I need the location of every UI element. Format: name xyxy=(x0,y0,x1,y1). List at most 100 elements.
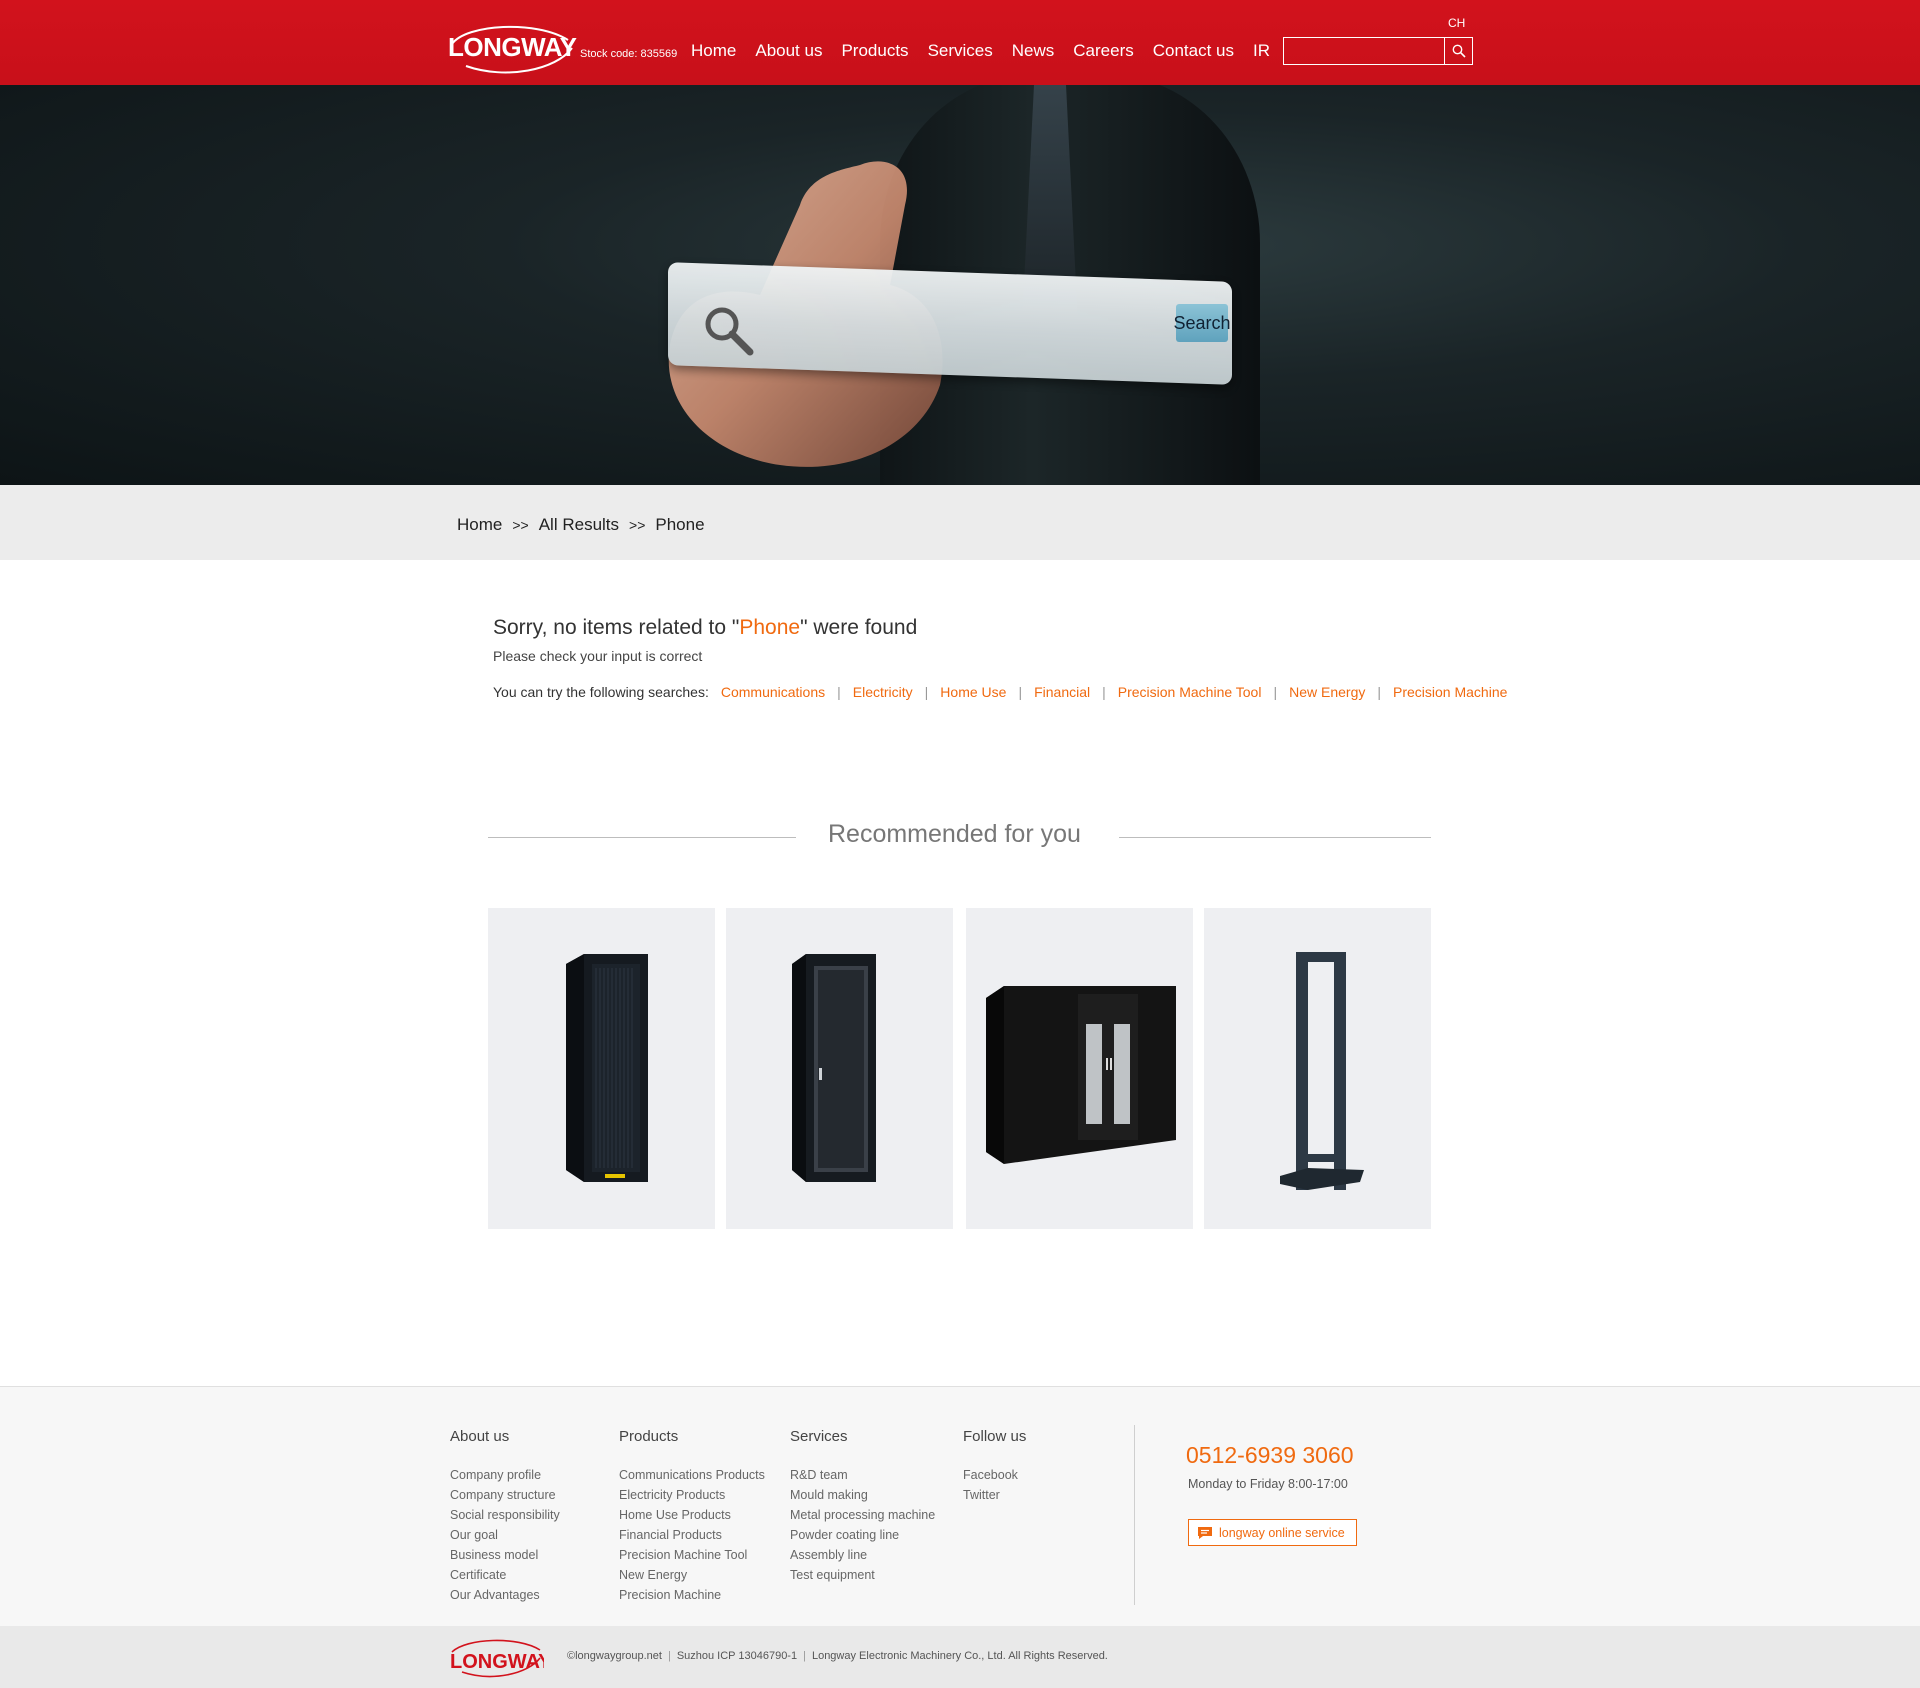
copyright-rights: Longway Electronic Machinery Co., Ltd. A… xyxy=(811,1650,1108,1662)
logo-text: LONGWAY xyxy=(448,32,577,62)
nav-news[interactable]: News xyxy=(1012,41,1055,61)
footer-link[interactable]: Assembly line xyxy=(790,1545,935,1565)
no-results-hint: Please check your input is correct xyxy=(493,648,703,664)
divider: | xyxy=(924,684,929,700)
breadcrumb-separator: >> xyxy=(512,517,529,533)
footer-link[interactable]: New Energy xyxy=(619,1565,765,1585)
recommended-title: Recommended for you xyxy=(828,820,1081,848)
footer-link[interactable]: Test equipment xyxy=(790,1565,935,1585)
chat-icon xyxy=(1198,1526,1212,1539)
product-card[interactable] xyxy=(488,908,715,1229)
breadcrumb: Home >> All Results >> Phone xyxy=(457,515,705,535)
suggestion-home-use[interactable]: Home Use xyxy=(940,684,1006,700)
nav-products[interactable]: Products xyxy=(841,41,908,61)
footer-divider xyxy=(1134,1425,1135,1605)
divider: | xyxy=(837,684,841,700)
product-card[interactable] xyxy=(1204,908,1431,1229)
suggestion-precision-machine[interactable]: Precision Machine xyxy=(1393,684,1507,700)
divider: | xyxy=(1273,684,1278,700)
footer-link[interactable]: Home Use Products xyxy=(619,1505,765,1525)
breadcrumb-home[interactable]: Home xyxy=(457,515,502,535)
nav-careers[interactable]: Careers xyxy=(1073,41,1133,61)
footer-link[interactable]: Our goal xyxy=(450,1525,560,1545)
footer-column-title: About us xyxy=(450,1428,510,1445)
divider: | xyxy=(1102,684,1106,700)
suggestion-financial[interactable]: Financial xyxy=(1034,684,1090,700)
divider: | xyxy=(667,1650,671,1662)
suggested-searches-label: You can try the following searches: xyxy=(493,684,709,700)
suggestion-precision-machine-tool[interactable]: Precision Machine Tool xyxy=(1118,684,1262,700)
divider: | xyxy=(1377,684,1382,700)
divider: | xyxy=(803,1650,806,1662)
header-search xyxy=(1283,37,1473,65)
copyright: ©longwaygroup.net | Suzhou ICP 13046790-1 |… xyxy=(567,1650,1108,1662)
footer-link[interactable]: Our Advantages xyxy=(450,1585,560,1605)
footer-bottom-bar: LONGWAY ©longwaygroup.net | Suzhou ICP 130… xyxy=(0,1626,1920,1688)
section-rule-left xyxy=(488,837,796,838)
breadcrumb-bar: Home >> All Results >> Phone xyxy=(0,485,1920,560)
suggestion-new-energy[interactable]: New Energy xyxy=(1289,684,1365,700)
footer-link-twitter[interactable]: Twitter xyxy=(963,1485,1026,1505)
search-keyword: Phone xyxy=(739,616,801,639)
contact-hours: Monday to Friday 8:00-17:00 xyxy=(1188,1477,1348,1491)
footer-link[interactable]: Social responsibility xyxy=(450,1505,560,1525)
suggested-searches: You can try the following searches: Comm… xyxy=(493,684,1507,700)
open-rack-image xyxy=(1280,952,1364,1190)
language-switch[interactable]: CH xyxy=(1448,16,1465,30)
footer-link[interactable]: Electricity Products xyxy=(619,1485,765,1505)
suggestion-electricity[interactable]: Electricity xyxy=(853,684,913,700)
header-search-button[interactable] xyxy=(1444,38,1472,64)
site-footer xyxy=(0,1386,1920,1626)
footer-logo-mark: LONGWAY xyxy=(450,1639,552,1678)
footer-link[interactable]: Certificate xyxy=(450,1565,560,1585)
product-card[interactable] xyxy=(726,908,953,1229)
search-icon xyxy=(1452,44,1466,58)
breadcrumb-all-results[interactable]: All Results xyxy=(539,515,619,535)
modular-datacenter-image xyxy=(986,986,1176,1164)
contact-phone: 0512-6939 3060 xyxy=(1186,1442,1354,1468)
banner-search-button: Search xyxy=(1173,304,1231,342)
footer-column-title: Services xyxy=(790,1428,848,1445)
nav-home[interactable]: Home xyxy=(691,41,736,61)
footer-link[interactable]: Company profile xyxy=(450,1465,560,1485)
section-rule-right xyxy=(1119,837,1431,838)
footer-logo-text: LONGWAY xyxy=(450,1651,544,1673)
footer-link[interactable]: Mould making xyxy=(790,1485,935,1505)
no-results-suffix: " were found xyxy=(800,616,918,639)
footer-column-follow: Follow us Facebook Twitter xyxy=(963,1428,1026,1505)
footer-link[interactable]: Precision Machine xyxy=(619,1585,765,1605)
footer-link[interactable]: Financial Products xyxy=(619,1525,765,1545)
online-service-button[interactable]: longway online service xyxy=(1188,1519,1357,1546)
hero-banner: Search xyxy=(0,85,1920,485)
footer-link[interactable]: Precision Machine Tool xyxy=(619,1545,765,1565)
online-service-label: longway online service xyxy=(1219,1525,1345,1540)
nav-contact-us[interactable]: Contact us xyxy=(1153,41,1234,61)
magnifier-icon xyxy=(705,307,754,356)
stock-code: Stock code: 835569 xyxy=(580,48,678,60)
footer-logo[interactable]: LONGWAY xyxy=(448,1638,552,1683)
no-results-heading: Sorry, no items related to "Phone" were … xyxy=(493,616,917,640)
copyright-site: ©longwaygroup.net xyxy=(567,1650,662,1662)
nav-ir[interactable]: IR xyxy=(1253,41,1270,61)
footer-column-about: About us Company profile Company structu… xyxy=(450,1428,560,1605)
nav-about-us[interactable]: About us xyxy=(755,41,822,61)
banner-search-graphic: Search xyxy=(668,262,1232,385)
no-results-prefix: Sorry, no items related to " xyxy=(493,616,740,639)
copyright-icp: Suzhou ICP 13046790-1 xyxy=(676,1650,798,1662)
footer-column-products: Products Communications Products Electri… xyxy=(619,1428,765,1605)
footer-link[interactable]: Business model xyxy=(450,1545,560,1565)
footer-link-facebook[interactable]: Facebook xyxy=(963,1465,1026,1485)
footer-link[interactable]: Metal processing machine xyxy=(790,1505,935,1525)
footer-link[interactable]: Company structure xyxy=(450,1485,560,1505)
nav-services[interactable]: Services xyxy=(928,41,993,61)
footer-column-title: Products xyxy=(619,1428,679,1445)
breadcrumb-current: Phone xyxy=(655,515,705,534)
header-search-input[interactable] xyxy=(1284,38,1444,64)
longway-logo[interactable]: LONGWAY xyxy=(446,22,577,76)
suggestion-communications[interactable]: Communications xyxy=(721,684,825,700)
footer-link[interactable]: Powder coating line xyxy=(790,1525,935,1545)
footer-link[interactable]: R&D team xyxy=(790,1465,935,1485)
open-frame-cabinet-image xyxy=(792,954,876,1182)
product-card[interactable] xyxy=(966,908,1193,1229)
footer-link[interactable]: Communications Products xyxy=(619,1465,765,1485)
